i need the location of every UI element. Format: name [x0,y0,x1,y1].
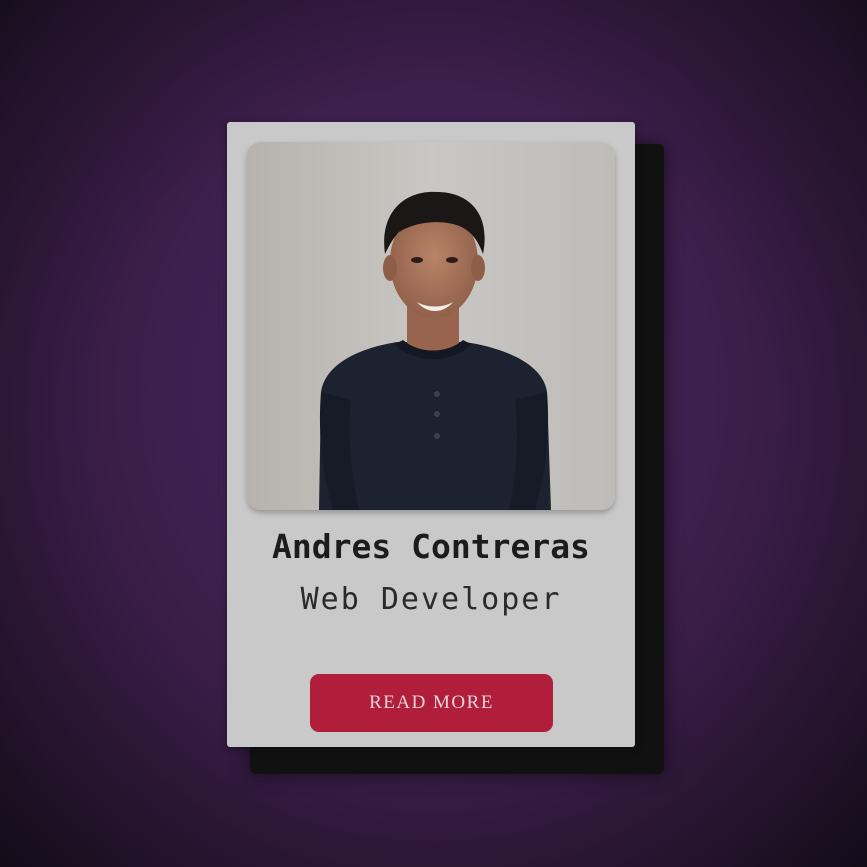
read-more-button[interactable]: READ MORE [310,674,553,732]
portrait-image [247,142,615,510]
profile-name: Andres Contreras [272,527,590,566]
profile-card: Andres Contreras Web Developer READ MORE [227,122,635,747]
profile-photo [247,142,615,510]
profile-role: Web Developer [300,582,562,617]
